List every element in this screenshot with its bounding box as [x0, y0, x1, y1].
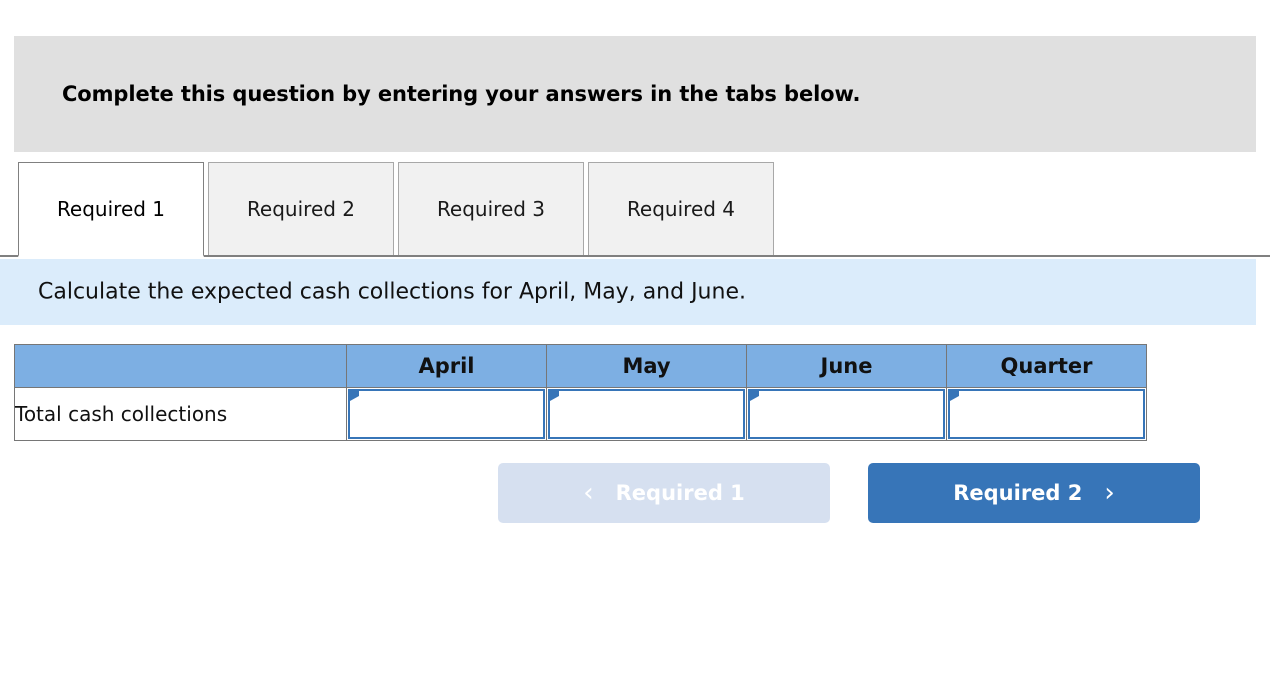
requirement-tab-strip: Required 1 Required 2 Required 3 Require…: [0, 162, 1270, 257]
previous-requirement-label: Required 1: [615, 481, 745, 505]
table-header-april: April: [346, 344, 547, 388]
cell-marker-triangle-icon: [750, 391, 759, 401]
table-header-june: June: [746, 344, 947, 388]
row-label-total-cash-collections: Total cash collections: [14, 387, 347, 441]
cell-april[interactable]: [346, 387, 547, 441]
input-shell-quarter: [948, 389, 1145, 439]
cell-may[interactable]: [546, 387, 747, 441]
table-header-row: April May June Quarter: [14, 344, 1147, 388]
input-total-cash-collections-may[interactable]: [564, 393, 739, 435]
next-requirement-label: Required 2: [953, 481, 1083, 505]
cell-june[interactable]: [746, 387, 947, 441]
question-instruction-banner: Complete this question by entering your …: [14, 36, 1256, 152]
cell-marker-triangle-icon: [950, 391, 959, 401]
requirement-prompt-banner: Calculate the expected cash collections …: [0, 259, 1256, 325]
input-total-cash-collections-june[interactable]: [764, 393, 939, 435]
question-instruction-text: Complete this question by entering your …: [62, 82, 861, 106]
tab-required-4[interactable]: Required 4: [588, 162, 774, 255]
tab-required-2[interactable]: Required 2: [208, 162, 394, 255]
tab-required-1-label: Required 1: [56, 197, 166, 221]
chevron-right-icon: ›: [1104, 478, 1115, 508]
input-total-cash-collections-april[interactable]: [364, 393, 539, 435]
input-shell-april: [348, 389, 545, 439]
input-shell-june: [748, 389, 945, 439]
tab-required-1[interactable]: Required 1: [18, 162, 204, 257]
tab-required-3-label: Required 3: [436, 197, 546, 221]
input-shell-may: [548, 389, 745, 439]
tab-required-3[interactable]: Required 3: [398, 162, 584, 255]
input-total-cash-collections-quarter[interactable]: [964, 393, 1139, 435]
previous-requirement-button[interactable]: ‹ Required 1: [498, 463, 830, 523]
table-header-may: May: [546, 344, 747, 388]
tab-required-4-label: Required 4: [626, 197, 736, 221]
cell-marker-triangle-icon: [550, 391, 559, 401]
cell-quarter[interactable]: [946, 387, 1147, 441]
table-row: Total cash collections: [14, 387, 1147, 441]
cash-collections-table: April May June Quarter Total cash collec…: [14, 344, 1147, 441]
table-header-quarter: Quarter: [946, 344, 1147, 388]
chevron-left-icon: ‹: [583, 478, 594, 508]
requirement-prompt-text: Calculate the expected cash collections …: [38, 279, 746, 305]
cell-marker-triangle-icon: [350, 391, 359, 401]
table-header-blank: [14, 344, 347, 388]
next-requirement-button[interactable]: Required 2 ›: [868, 463, 1200, 523]
tab-required-2-label: Required 2: [246, 197, 356, 221]
